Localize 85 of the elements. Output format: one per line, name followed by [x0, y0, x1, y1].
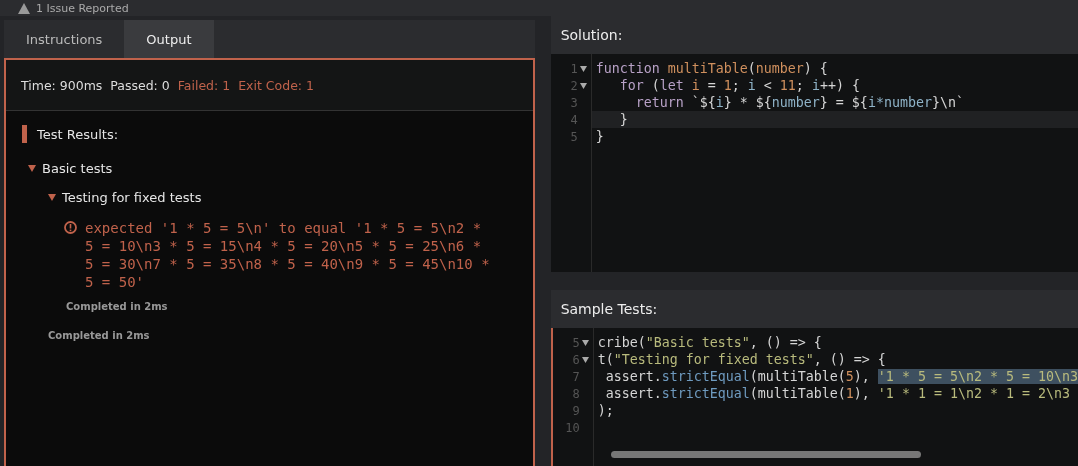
code-token: `${	[691, 95, 716, 110]
horizontal-scrollbar[interactable]	[610, 451, 921, 458]
stat-text: Time: 900ms	[21, 77, 103, 93]
code-token: } = ${	[819, 95, 868, 110]
line-number: 8	[572, 386, 580, 401]
code-token: i	[691, 78, 700, 93]
line-number: 10	[565, 420, 580, 435]
code-token: i*number	[867, 95, 932, 110]
code-token: 1	[845, 386, 854, 401]
code-token: }\n`	[931, 95, 964, 110]
results-heading: Test Results:	[37, 126, 119, 142]
code-token: (multiTable(	[749, 369, 846, 384]
code-token: multiTable	[667, 61, 748, 76]
test-case-title[interactable]: Testing for fixed tests	[62, 190, 202, 205]
issue-count-text[interactable]: 1 Issue Reported	[36, 1, 129, 15]
stat-text: Passed: 0	[110, 77, 170, 93]
completed-text: Completed in 2ms	[47, 330, 151, 341]
code-token: strictEqual	[661, 386, 750, 401]
panel-title: Solution:	[559, 26, 624, 45]
error-message: expected '1 * 5 = 5\n' to equal '1 * 5 = 5\n2 * 5 = 10\n3 * 5 = 15\n4 * 5 = 20\n5 * 5 = 25\n6 * 5 = 30\n7 * 5 = 35\n8 * 5 = 40\n9 * 5 = 45\n10 * 5 = 50'	[85, 219, 491, 291]
line-number: 5	[570, 129, 578, 144]
warning-icon	[18, 2, 30, 14]
code-token: for	[618, 78, 645, 93]
caret-icon[interactable]	[28, 165, 36, 172]
code-token: number	[755, 61, 804, 76]
code-token: }	[618, 112, 628, 127]
code-token: cribe(	[597, 335, 646, 350]
code-token: );	[597, 403, 614, 418]
line-number: 2	[570, 78, 578, 93]
code-token: "Testing for fixed tests"	[613, 352, 814, 367]
code-token: } * ${	[723, 95, 772, 110]
code-token: ++) {	[819, 78, 860, 93]
panel-title: Sample Tests:	[559, 300, 659, 319]
code-token: }	[595, 129, 604, 144]
code-token: ;	[731, 78, 741, 93]
line-number: 5	[572, 335, 580, 350]
code-token: number	[771, 95, 820, 110]
fold-caret-icon[interactable]	[581, 339, 589, 346]
code-token: 1	[723, 78, 732, 93]
code-token: return	[634, 95, 685, 110]
code-token: 11	[779, 78, 796, 93]
code-token: '1 * 1 = 1\n2 * 1 = 2\n3	[877, 386, 1070, 401]
code-token: assert.	[604, 369, 662, 384]
code-token: ) {	[803, 61, 828, 76]
selected-code-text: '1 * 5 = 5\n2 * 5 = 10\n3	[877, 369, 1078, 384]
code-token: =	[706, 78, 717, 93]
fold-caret-icon[interactable]	[579, 65, 587, 72]
code-token: , () => {	[749, 335, 822, 350]
tab[interactable]: Instructions	[4, 20, 125, 58]
stat-text: Exit Code: 1	[238, 77, 314, 93]
code-editor[interactable]: 5 6 7 8 9 10 cribe("Basic tests", () => { t("Testing for fixed tests", () => { assert.strictEqual(multiTable(5), '1 * 5 = 5\n2 * 5 = 10\n3 assert.strictEqual(multiTable(1), '1 * 1 = 1\n2 * 1 = 2\n3 );	[550, 328, 1078, 466]
code-token: ),	[853, 369, 871, 384]
tab[interactable]: Output	[124, 20, 214, 58]
code-token: i	[811, 78, 820, 93]
code-token: ),	[853, 386, 871, 401]
line-number: 9	[572, 403, 580, 418]
code-token: assert.	[604, 386, 662, 401]
code-token: "Basic tests"	[645, 335, 750, 350]
caret-icon[interactable]	[48, 194, 56, 201]
code-token: 5	[845, 369, 854, 384]
fold-caret-icon[interactable]	[581, 356, 589, 363]
code-token: function	[595, 61, 661, 76]
fold-caret-icon[interactable]	[579, 82, 587, 89]
code-token: strictEqual	[661, 369, 750, 384]
error-icon	[64, 221, 77, 234]
heading-marker	[22, 125, 27, 143]
line-number: 4	[570, 112, 578, 127]
stat-text: Failed: 1	[177, 77, 231, 93]
code-token: let	[659, 78, 685, 93]
completed-text: Completed in 2ms	[65, 301, 169, 312]
code-token: ;	[795, 78, 805, 93]
code-token: (	[651, 78, 660, 93]
line-number: 7	[572, 369, 580, 384]
line-number: 1	[570, 61, 578, 76]
line-number: 3	[570, 95, 578, 110]
line-number: 6	[572, 352, 580, 367]
code-token: t(	[597, 352, 614, 367]
code-token: i	[747, 78, 756, 93]
code-token: (multiTable(	[749, 386, 846, 401]
code-token: (	[747, 61, 756, 76]
code-token: <	[762, 78, 773, 93]
code-token: i	[715, 95, 724, 110]
code-token: , () => {	[813, 352, 886, 367]
test-group-title[interactable]: Basic tests	[42, 161, 113, 176]
code-editor[interactable]: 1 2 3 4 5 function multiTable(number) { for (let i = 1; i < 11; i++) { return `${i} * ${number} = ${i*number}\n` } }	[550, 54, 1078, 272]
